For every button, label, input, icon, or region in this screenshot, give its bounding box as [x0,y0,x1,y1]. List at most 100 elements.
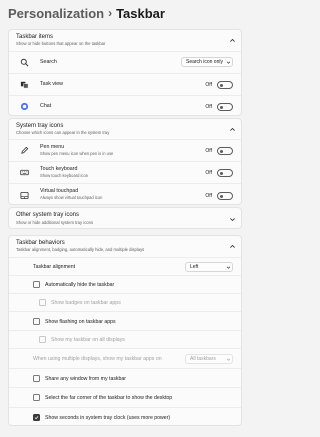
breadcrumb-separator: › [108,6,113,20]
flashing-row: Show flashing on taskbar apps [9,311,241,330]
breadcrumb: Personalization › Taskbar [8,4,165,22]
auto-hide-label: Automatically hide the taskbar [45,282,115,288]
pen-icon [20,146,29,155]
task-view-icon [20,80,29,89]
chat-toggle[interactable] [217,103,233,111]
auto-hide-row: Automatically hide the taskbar [9,275,241,293]
section-subtitle: Show or hide buttons that appear on the … [16,41,106,46]
chat-label: Chat [40,103,52,109]
section-title: System tray icons [16,123,64,129]
toggle-state-text: Off [205,170,212,176]
section-title: Taskbar behaviors [16,240,65,246]
toggle-knob [219,194,223,198]
taskbar-alignment-row: Taskbar alignment Left [9,257,241,275]
search-mode-dropdown[interactable]: Search icon only [181,57,233,67]
touchpad-icon [20,191,29,200]
toggle-state-text: Off [205,193,212,199]
toggle-state-text: Off [205,104,212,110]
chevron-down-icon[interactable] [229,216,236,223]
seconds-label: Show seconds in system tray clock (uses … [45,415,171,421]
chevron-up-icon[interactable] [229,126,236,133]
multiple-displays-row: When using multiple displays, show my ta… [9,348,241,368]
far-corner-row: Select the far corner of the taskbar to … [9,387,241,407]
touch-keyboard-toggle[interactable] [217,169,233,177]
section-subtitle: Choose which icons can appear in the sys… [16,130,110,135]
flashing-label: Show flashing on taskbar apps [45,319,116,325]
share-window-checkbox[interactable] [33,375,40,382]
virtual-touchpad-toggle[interactable] [217,192,233,200]
pen-menu-toggle[interactable] [217,147,233,155]
taskbar-alignment-dropdown[interactable]: Left [185,262,233,272]
seconds-checkbox[interactable] [33,414,40,421]
taskbar-behaviors-header[interactable]: Taskbar behaviors Taskbar alignment, bad… [9,236,241,256]
search-mode-value: Search icon only [186,59,223,65]
other-system-tray-icons-header[interactable]: Other system tray icons Show or hide add… [9,208,241,228]
section-title: Taskbar items [16,34,54,40]
task-view-toggle[interactable] [217,81,233,89]
checkmark-icon [34,416,39,420]
pen-menu-description: Show pen menu icon when pen is in use [40,151,114,156]
taskbar-items-section: Taskbar items Show or hide buttons that … [8,29,242,116]
task-view-toggle-group: Off [205,81,233,89]
search-label: Search [40,59,57,65]
task-view-row: Task view Off [9,73,241,95]
share-window-row: Share any window from my taskbar [9,368,241,387]
chevron-up-icon[interactable] [229,243,236,250]
all-displays-row: Show my taskbar on all displays [9,330,241,348]
taskbar-alignment-value: Left [190,264,199,270]
section-subtitle: Taskbar alignment, badging, automaticall… [16,247,145,252]
task-view-label: Task view [40,81,63,87]
section-subtitle: Show or hide additional system tray icon… [16,220,94,225]
virtual-touchpad-row: Virtual touchpad Always show virtual tou… [9,183,241,204]
touch-keyboard-row: Touch keyboard Show touch keyboard icon … [9,161,241,183]
search-row: Search Search icon only [9,51,241,73]
toggle-state-text: Off [205,148,212,154]
toggle-knob [219,171,223,175]
toggle-state-text: Off [205,82,212,88]
pen-menu-row: Pen menu Show pen menu icon when pen is … [9,139,241,161]
pen-menu-label: Pen menu [40,144,65,150]
virtual-touchpad-description: Always show virtual touchpad icon [40,195,103,200]
toggle-knob [219,105,223,109]
all-displays-label: Show my taskbar on all displays [51,337,125,343]
badges-checkbox[interactable] [39,299,46,306]
chat-toggle-group: Off [205,103,233,111]
chevron-down-icon [224,355,232,363]
taskbar-behaviors-section: Taskbar behaviors Taskbar alignment, bad… [8,235,242,426]
chevron-down-icon [224,263,232,271]
flashing-checkbox[interactable] [33,318,40,325]
pen-menu-toggle-group: Off [205,147,233,155]
chevron-up-icon[interactable] [229,37,236,44]
touch-keyboard-label: Touch keyboard [40,166,78,172]
section-title: Other system tray icons [16,212,80,218]
other-system-tray-icons-section[interactable]: Other system tray icons Show or hide add… [8,207,242,229]
breadcrumb-parent-personalization[interactable]: Personalization [8,6,104,21]
multiple-displays-dropdown[interactable]: All taskbars [185,354,233,364]
badges-row: Show badges on taskbar apps [9,293,241,311]
chevron-down-icon [224,58,232,66]
taskbar-alignment-label: Taskbar alignment [33,264,76,270]
far-corner-checkbox[interactable] [33,394,40,401]
auto-hide-checkbox[interactable] [33,281,40,288]
toggle-knob [219,149,223,153]
touch-keyboard-toggle-group: Off [205,169,233,177]
touch-keyboard-description: Show touch keyboard icon [40,173,89,178]
system-tray-icons-header[interactable]: System tray icons Choose which icons can… [9,119,241,139]
keyboard-icon [20,168,29,177]
multiple-displays-label: When using multiple displays, show my ta… [33,356,162,362]
page-title: Taskbar [116,5,165,21]
toggle-knob [219,83,223,87]
chat-icon [20,102,29,111]
seconds-row: Show seconds in system tray clock (uses … [9,407,241,425]
badges-label: Show badges on taskbar apps [51,300,121,306]
virtual-touchpad-toggle-group: Off [205,192,233,200]
share-window-label: Share any window from my taskbar [45,376,127,382]
multiple-displays-value: All taskbars [190,356,216,362]
all-displays-checkbox[interactable] [39,336,46,343]
chat-row: Chat Off [9,95,241,115]
taskbar-items-header[interactable]: Taskbar items Show or hide buttons that … [9,30,241,51]
search-icon [20,58,29,67]
far-corner-label: Select the far corner of the taskbar to … [45,395,173,401]
virtual-touchpad-label: Virtual touchpad [40,188,79,194]
system-tray-icons-section: System tray icons Choose which icons can… [8,118,242,205]
